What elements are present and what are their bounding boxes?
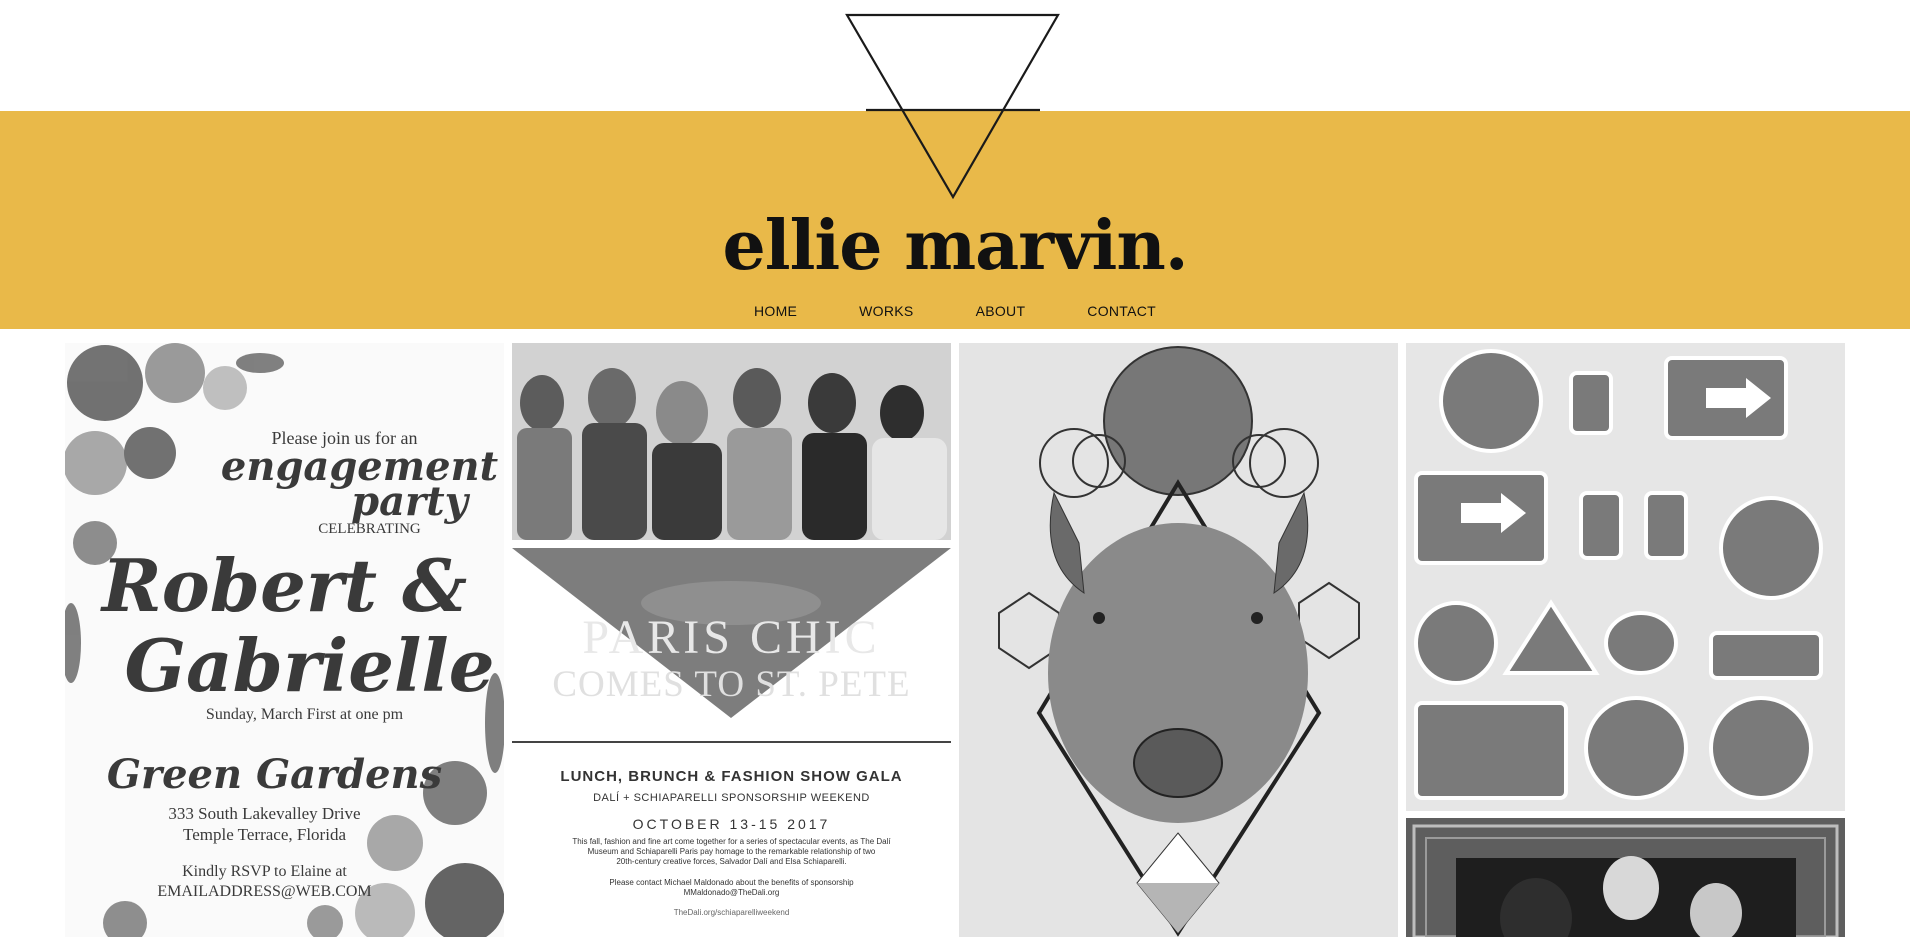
- invite-address-1: 333 South Lakevalley Drive: [168, 804, 361, 823]
- site-title[interactable]: ellie marvin.: [0, 206, 1910, 286]
- main-nav: HOME WORKS ABOUT CONTACT: [0, 300, 1910, 322]
- band-illustration: [512, 343, 951, 540]
- paris-contact-1: Please contact Michael Maldonado about t…: [609, 878, 854, 887]
- invite-names-2: Gabrielle: [124, 623, 495, 708]
- paris-headline-1: PARIS CHIC: [582, 611, 881, 664]
- paris-body-2: Museum and Schiaparelli Paris pay homage…: [587, 847, 876, 856]
- portfolio-tile-band-illustration[interactable]: [512, 343, 951, 540]
- paris-body-3: 20th-century creative forces, Salvador D…: [616, 857, 847, 866]
- nav-contact-link[interactable]: CONTACT: [1056, 300, 1187, 322]
- portfolio-tile-icon-set[interactable]: [1406, 343, 1845, 811]
- invite-names-1: Robert &: [101, 543, 468, 628]
- paris-dates: OCTOBER 13-15 2017: [632, 816, 831, 832]
- portfolio-tile-gatsby[interactable]: [1406, 818, 1845, 937]
- bison-illustration: [959, 343, 1398, 937]
- portfolio-tile-invitation[interactable]: Please join us for an engagement party C…: [65, 343, 504, 937]
- nav-about-link[interactable]: ABOUT: [945, 300, 1057, 322]
- invite-venue: Green Gardens: [106, 751, 443, 798]
- portfolio-tile-paris-chic[interactable]: PARIS CHIC COMES TO ST. PETE LUNCH, BRUN…: [512, 548, 951, 937]
- icon-set-illustration: [1406, 343, 1845, 811]
- invite-rsvp-1: Kindly RSVP to Elaine at: [182, 863, 347, 880]
- gatsby-illustration: [1406, 818, 1845, 937]
- paris-body-1: This fall, fashion and fine art come tog…: [572, 837, 891, 846]
- portfolio-tile-bison[interactable]: [959, 343, 1398, 937]
- logo-triangle-icon: [0, 13, 1910, 220]
- invite-date: Sunday, March First at one pm: [205, 706, 404, 723]
- invite-line-3: party: [351, 478, 468, 525]
- invite-rsvp-2: EMAILADDRESS@WEB.COM: [157, 883, 372, 900]
- nav-home-link[interactable]: HOME: [723, 300, 828, 322]
- paris-contact-2: MMaldonado@TheDali.org: [683, 888, 780, 897]
- paris-divider: [512, 741, 951, 743]
- paris-url: TheDali.org/schiaparelliweekend: [673, 908, 790, 917]
- paris-event: LUNCH, BRUNCH & FASHION SHOW GALA: [560, 768, 903, 785]
- paris-subtitle: DALÍ + SCHIAPARELLI SPONSORSHIP WEEKEND: [593, 792, 870, 804]
- invite-line-4: CELEBRATING: [318, 521, 421, 537]
- nav-works-link[interactable]: WORKS: [828, 300, 944, 322]
- paris-headline-2: COMES TO ST. PETE: [552, 664, 911, 705]
- invite-address-2: Temple Terrace, Florida: [183, 825, 346, 844]
